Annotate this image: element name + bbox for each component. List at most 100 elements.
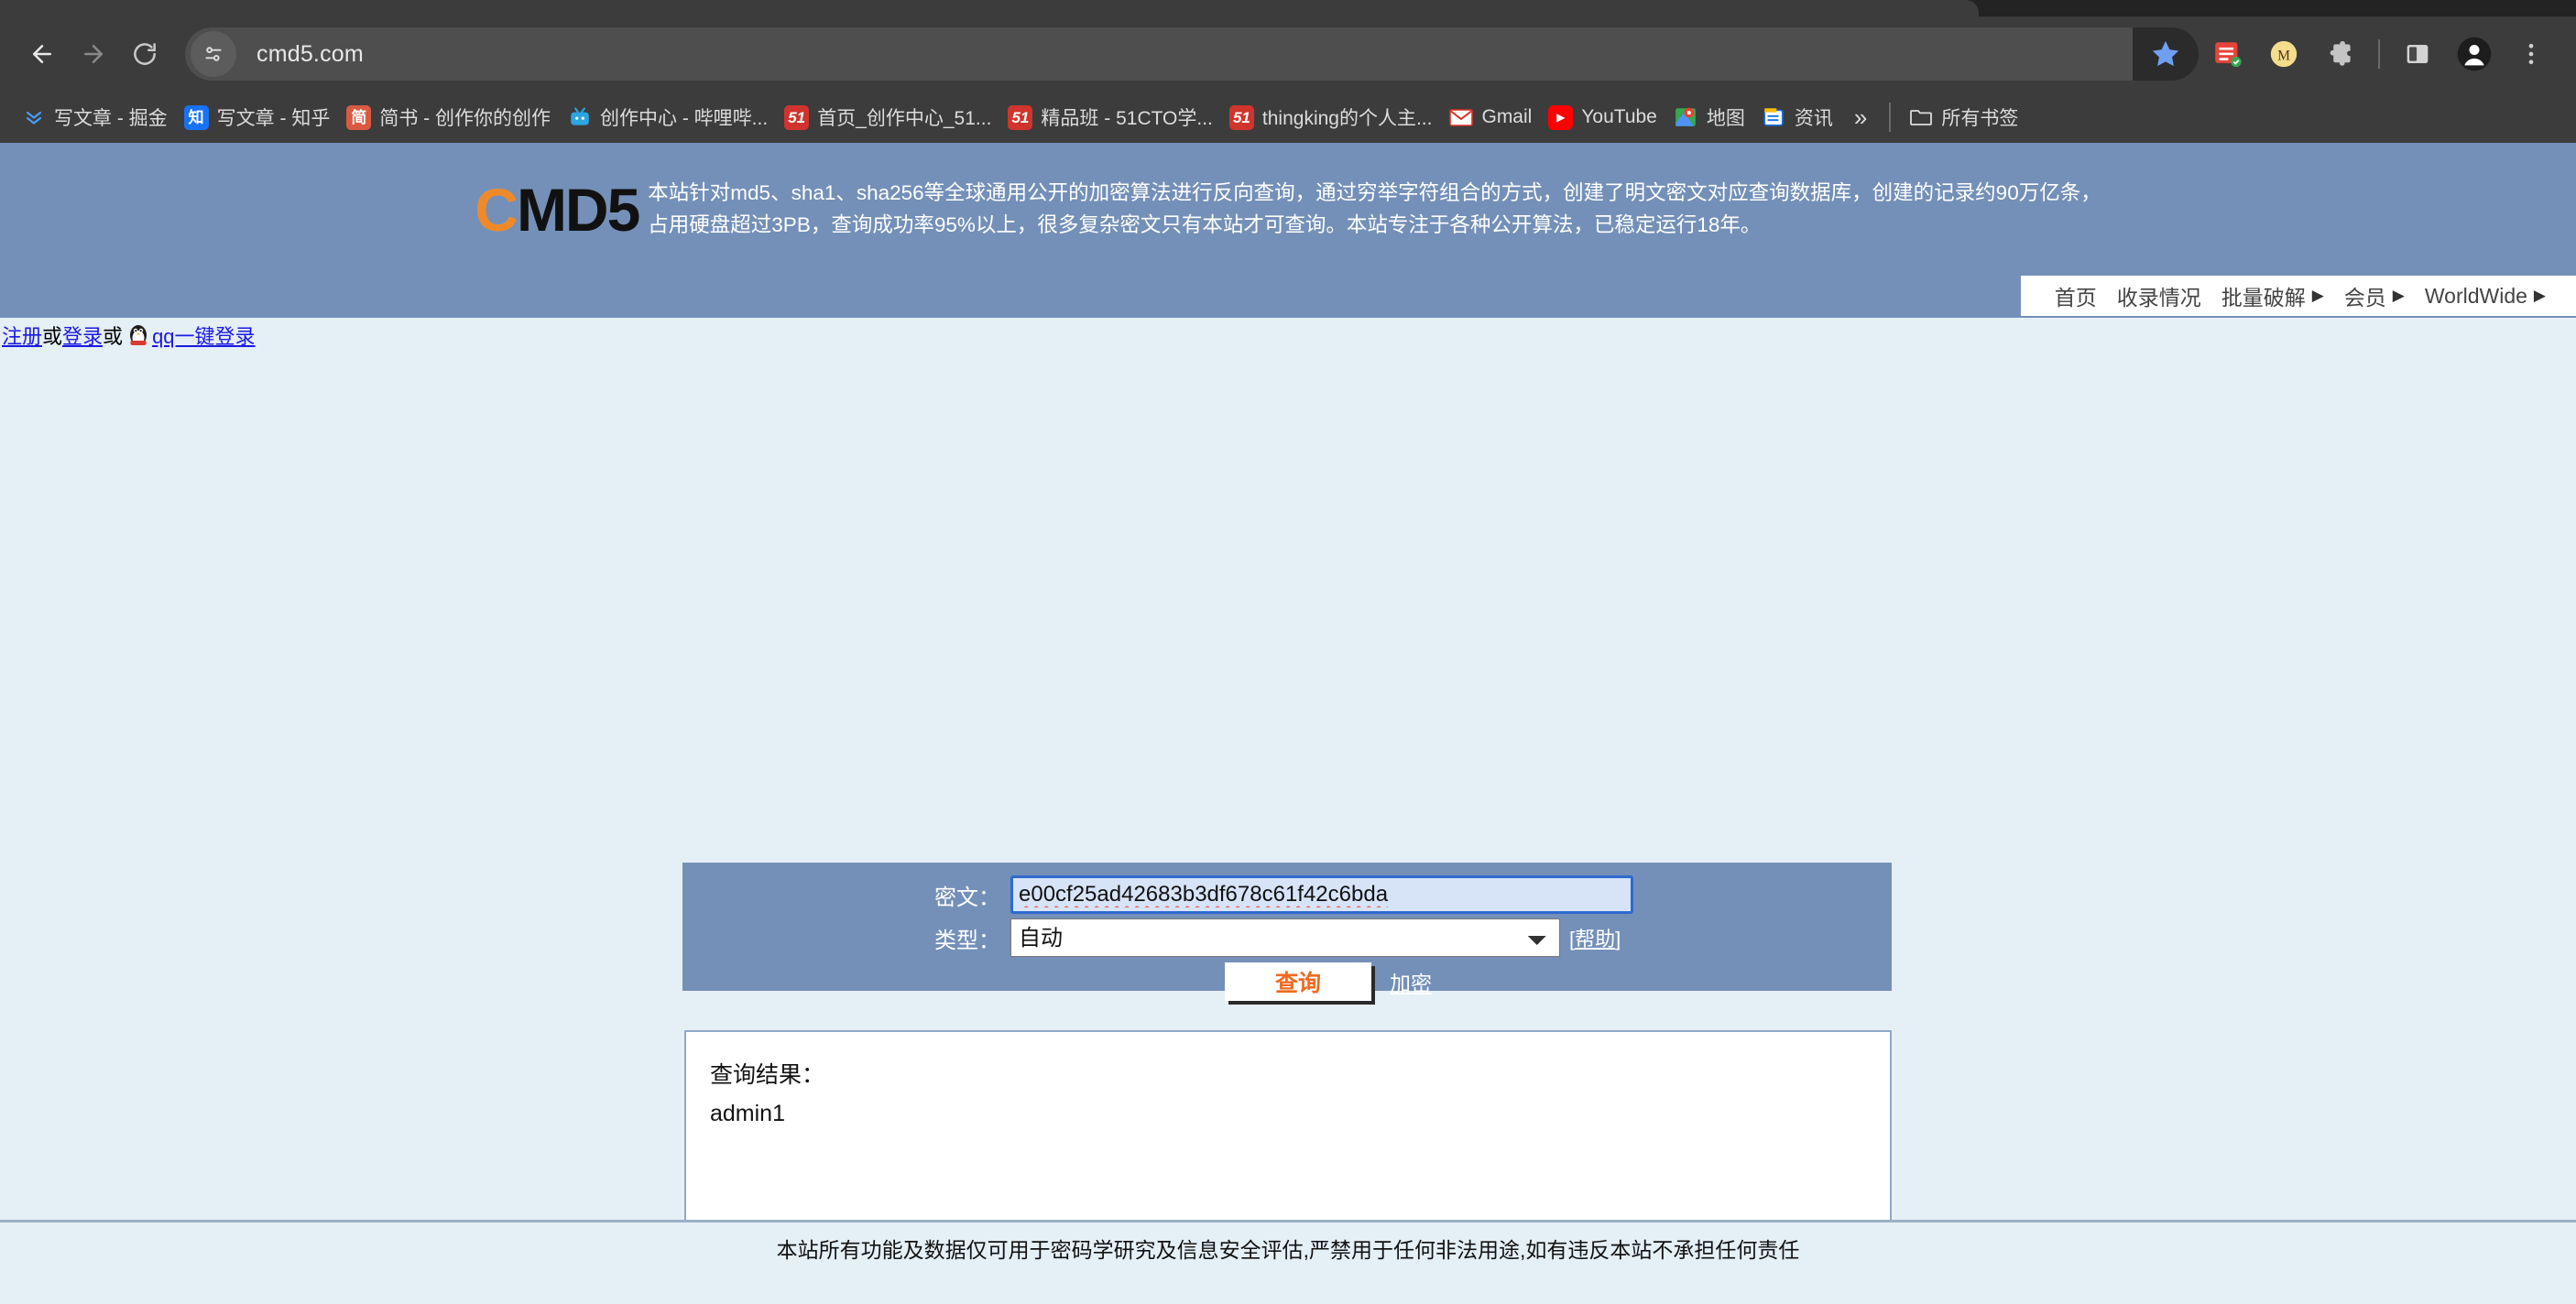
main-nav: 首页 收录情况 批量破解 ▶ 会员 ▶ WorldWide ▶ <box>2020 276 2576 316</box>
bilibili-icon <box>567 105 592 130</box>
bookmark-label: YouTube <box>1581 106 1657 127</box>
result-title: 查询结果： <box>710 1062 825 1088</box>
monica-extension-icon[interactable]: M <box>2255 26 2312 82</box>
all-bookmarks-label: 所有书签 <box>1941 108 2019 129</box>
nav-item-home[interactable]: 首页 <box>2045 280 2107 311</box>
caret-right-icon: ▶ <box>2311 287 2324 304</box>
nav-item-member[interactable]: 会员 ▶ <box>2334 280 2415 311</box>
profile-avatar[interactable] <box>2446 26 2503 82</box>
caret-right-icon: ▶ <box>2533 287 2546 304</box>
url-text: cmd5.com <box>257 40 364 67</box>
page-body: 密文： 类型： 自动 [帮助] 查询 加密 查询结果： admin1 本站对于m… <box>0 353 2576 1273</box>
bookmark-star-button[interactable] <box>2133 27 2199 81</box>
disclaimer-text: 本站所有功能及数据仅可用于密码学研究及信息安全评估,严禁用于任何非法用途,如有违… <box>776 1237 1800 1262</box>
nav-item-label: WorldWide <box>2424 283 2527 308</box>
type-select[interactable]: 自动 <box>1010 918 1560 957</box>
browser-chrome: cmd5.com M 写文章 - 掘金 知 写文章 - 知乎 简 简书 - 创作… <box>0 0 2576 143</box>
bookmark-item[interactable]: 51 精品班 - 51CTO学... <box>999 98 1220 136</box>
nav-item-batch-crack[interactable]: 批量破解 ▶ <box>2211 280 2334 311</box>
login-separator-2: 或 <box>103 325 124 348</box>
jianshu-icon: 简 <box>346 104 372 130</box>
bookmark-label: 资讯 <box>1794 108 1833 129</box>
bookmark-item[interactable]: ▶ YouTube <box>1540 98 1665 136</box>
bookmarks-overflow-button[interactable]: » <box>1841 103 1880 132</box>
browser-toolbar: cmd5.com M <box>0 16 2576 92</box>
login-separator-1: 或 <box>42 325 63 348</box>
logo-text-md5: MD5 <box>516 175 640 244</box>
nav-item-label: 批量破解 <box>2221 286 2306 310</box>
bookmark-label: 创作中心 - 哔哩哔... <box>600 108 769 129</box>
bookmark-label: 写文章 - 知乎 <box>216 108 331 129</box>
toolbar-divider <box>2378 39 2380 69</box>
logo-letter-c: C <box>475 175 518 244</box>
51cto-icon: 51 <box>1008 104 1033 130</box>
bookmark-item[interactable]: 写文章 - 掘金 <box>13 98 176 136</box>
bookmarks-bar: 写文章 - 掘金 知 写文章 - 知乎 简 简书 - 创作你的创作 创作中心 -… <box>0 92 2576 143</box>
bookmark-label: 精品班 - 51CTO学... <box>1041 108 1213 129</box>
bookmark-item[interactable]: 简 简书 - 创作你的创作 <box>338 98 559 136</box>
bookmark-item[interactable]: 51 首页_创作中心_51... <box>776 98 999 136</box>
juejin-icon <box>21 105 46 130</box>
register-link[interactable]: 注册 <box>2 321 42 350</box>
folder-icon <box>1908 105 1933 130</box>
bookmarks-divider <box>1889 103 1892 132</box>
bookmark-item[interactable]: 地图 <box>1665 98 1753 136</box>
nav-item-records[interactable]: 收录情况 <box>2107 280 2211 311</box>
svg-text:M: M <box>2277 48 2290 63</box>
tab-strip <box>0 0 2576 16</box>
signin-link[interactable]: 登录 <box>62 321 103 350</box>
bookmark-item[interactable]: 知 写文章 - 知乎 <box>176 98 339 136</box>
notes-extension-icon[interactable] <box>2199 26 2255 82</box>
bookmark-item[interactable]: 创作中心 - 哔哩哔... <box>559 98 776 136</box>
site-description-line2: 占用硬盘超过3PB，查询成功率95%以上，很多复杂密文只有本站才可查询。本站专注… <box>648 212 1762 236</box>
qq-penguin-icon <box>126 322 150 348</box>
reload-button[interactable] <box>119 28 170 80</box>
encrypt-link[interactable]: 加密 <box>1390 966 1432 997</box>
chrome-menu-button[interactable] <box>2503 26 2560 82</box>
cmd5-logo[interactable]: CMD5 <box>475 179 640 240</box>
bookmark-label: 写文章 - 掘金 <box>54 108 168 129</box>
bookmark-label: 简书 - 创作你的创作 <box>379 108 551 129</box>
site-settings-icon[interactable] <box>191 31 236 77</box>
ciphertext-input[interactable] <box>1010 875 1633 914</box>
login-strip: 注册 或 登录 或 qq一键登录 <box>0 318 2576 353</box>
nav-item-label: 收录情况 <box>2116 286 2201 310</box>
result-value: admin1 <box>710 1101 785 1126</box>
address-bar[interactable]: cmd5.com <box>185 27 2189 81</box>
extensions-puzzle-icon[interactable] <box>2312 26 2369 82</box>
active-tab[interactable] <box>0 0 1979 16</box>
all-bookmarks-button[interactable]: 所有书签 <box>1900 98 2026 136</box>
query-button[interactable]: 查询 <box>1225 962 1371 1001</box>
google-maps-icon <box>1674 105 1698 130</box>
site-description: 本站针对md5、sha1、sha256等全球通用公开的加密算法进行反向查询，通过… <box>648 178 2101 242</box>
bookmark-label: thingking的个人主... <box>1261 108 1433 129</box>
type-row: 类型： 自动 [帮助] <box>682 918 1892 957</box>
site-header: CMD5 本站针对md5、sha1、sha256等全球通用公开的加密算法进行反向… <box>0 143 2576 276</box>
caret-right-icon: ▶ <box>2392 287 2405 304</box>
nav-item-worldwide[interactable]: WorldWide ▶ <box>2415 284 2556 309</box>
button-row: 查询 加密 <box>682 962 1892 1001</box>
disclaimer-bar: 本站所有功能及数据仅可用于密码学研究及信息安全评估,严禁用于任何非法用途,如有违… <box>0 1220 2576 1273</box>
nav-item-label: 会员 <box>2343 286 2386 310</box>
bookmark-label: 首页_创作中心_51... <box>817 108 992 129</box>
51cto-icon: 51 <box>1228 104 1254 130</box>
help-link-label: 帮助 <box>1575 928 1616 951</box>
bookmark-label: Gmail <box>1481 106 1533 127</box>
51cto-icon: 51 <box>784 104 810 130</box>
bookmark-item[interactable]: 51 thingking的个人主... <box>1221 98 1441 136</box>
help-link[interactable]: [帮助] <box>1569 923 1621 952</box>
bookmark-item[interactable]: 资讯 <box>1753 98 1841 136</box>
bookmark-item[interactable]: Gmail <box>1440 98 1540 136</box>
side-panel-icon[interactable] <box>2389 26 2446 82</box>
google-news-icon <box>1762 105 1786 130</box>
qq-login-link[interactable]: qq一键登录 <box>152 321 255 350</box>
zhihu-icon: 知 <box>183 104 209 130</box>
search-panel: 密文： 类型： 自动 [帮助] 查询 加密 <box>682 863 1892 1001</box>
forward-button[interactable] <box>68 28 119 80</box>
back-button[interactable] <box>16 28 68 80</box>
nav-item-label: 首页 <box>2054 286 2097 310</box>
nav-bar-row: 首页 收录情况 批量破解 ▶ 会员 ▶ WorldWide ▶ <box>0 276 2576 318</box>
site-description-line1: 本站针对md5、sha1、sha256等全球通用公开的加密算法进行反向查询，通过… <box>648 180 2101 204</box>
youtube-icon: ▶ <box>1548 104 1574 130</box>
type-label: 类型： <box>934 928 1000 953</box>
